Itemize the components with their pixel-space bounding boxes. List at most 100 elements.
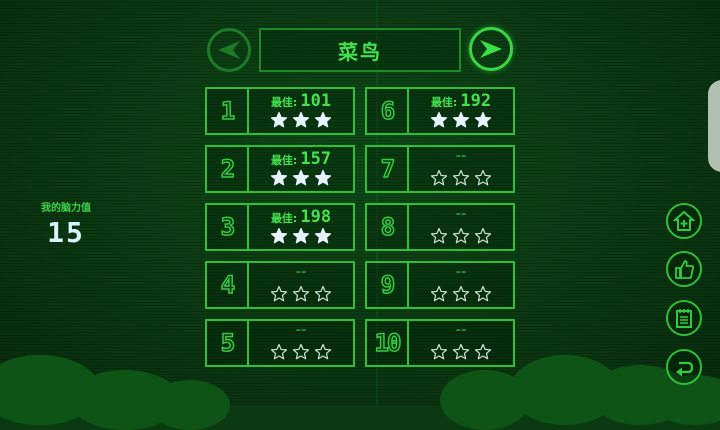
star-filled-icon — [430, 111, 448, 128]
level-score: -- — [409, 265, 513, 285]
star-empty-icon — [430, 285, 448, 302]
level-score: 最佳: 101 — [249, 91, 353, 111]
best-label: 最佳: — [430, 96, 458, 109]
level-stars — [249, 227, 353, 247]
star-empty-icon — [292, 343, 310, 360]
level-number: 10 — [367, 321, 409, 365]
no-score: -- — [455, 323, 467, 338]
page-title: 菜鸟 — [259, 28, 461, 72]
level-stars — [409, 111, 513, 131]
level-stars — [249, 343, 353, 363]
level-score: -- — [249, 323, 353, 343]
star-filled-icon — [292, 227, 310, 244]
level-number: 6 — [367, 89, 409, 133]
star-empty-icon — [452, 169, 470, 186]
no-score: -- — [455, 207, 467, 222]
level-number: 2 — [207, 147, 249, 191]
no-score: -- — [295, 265, 307, 280]
level-stars — [409, 227, 513, 247]
star-filled-icon — [474, 111, 492, 128]
star-filled-icon — [270, 169, 288, 186]
star-empty-icon — [292, 285, 310, 302]
no-score: -- — [295, 323, 307, 338]
next-page-button[interactable] — [469, 27, 513, 71]
arrow-right-icon — [480, 40, 502, 58]
bottom-foliage — [0, 325, 720, 430]
star-empty-icon — [430, 227, 448, 244]
star-empty-icon — [430, 169, 448, 186]
level-score: -- — [249, 265, 353, 285]
notes-button[interactable] — [666, 300, 702, 336]
level-stars — [249, 285, 353, 305]
star-empty-icon — [314, 343, 332, 360]
level-card-4[interactable]: 4 -- — [205, 261, 355, 309]
level-number: 5 — [207, 321, 249, 365]
level-score: 最佳: 192 — [409, 91, 513, 111]
level-card-2[interactable]: 2 最佳: 157 — [205, 145, 355, 193]
level-stars — [409, 343, 513, 363]
best-score: 101 — [300, 91, 332, 111]
star-filled-icon — [452, 111, 470, 128]
level-card-1[interactable]: 1 最佳: 101 — [205, 87, 355, 135]
best-score: 198 — [300, 207, 332, 227]
star-empty-icon — [314, 285, 332, 302]
level-score: 最佳: 198 — [249, 207, 353, 227]
level-card-6[interactable]: 6 最佳: 192 — [365, 87, 515, 135]
star-empty-icon — [452, 227, 470, 244]
return-icon — [676, 361, 694, 377]
best-score: 157 — [300, 149, 332, 169]
star-empty-icon — [474, 285, 492, 302]
best-label: 最佳: — [270, 212, 298, 225]
power-value: 15 — [47, 216, 85, 249]
level-score: -- — [409, 207, 513, 227]
no-score: -- — [455, 265, 467, 280]
level-score: 最佳: 157 — [249, 149, 353, 169]
star-filled-icon — [314, 169, 332, 186]
level-card-9[interactable]: 9 -- — [365, 261, 515, 309]
back-button[interactable] — [666, 349, 702, 385]
level-card-3[interactable]: 3 最佳: 198 — [205, 203, 355, 251]
like-button[interactable] — [666, 251, 702, 287]
notepad-icon — [676, 309, 692, 328]
star-filled-icon — [314, 111, 332, 128]
star-empty-icon — [452, 285, 470, 302]
level-stars — [249, 111, 353, 131]
prev-page-button[interactable] — [207, 28, 251, 72]
star-filled-icon — [270, 227, 288, 244]
thumbs-up-icon — [675, 260, 695, 279]
level-card-7[interactable]: 7 -- — [365, 145, 515, 193]
no-score: -- — [455, 149, 467, 164]
star-filled-icon — [292, 111, 310, 128]
level-card-10[interactable]: 10 -- — [365, 319, 515, 367]
level-stars — [409, 285, 513, 305]
star-empty-icon — [474, 169, 492, 186]
add-to-home-button[interactable] — [666, 203, 702, 239]
level-number: 8 — [367, 205, 409, 249]
level-number: 1 — [207, 89, 249, 133]
level-number: 7 — [367, 147, 409, 191]
level-card-5[interactable]: 5 -- — [205, 319, 355, 367]
side-drawer-tab[interactable] — [708, 80, 720, 172]
level-score: -- — [409, 149, 513, 169]
level-number: 3 — [207, 205, 249, 249]
arrow-left-icon — [218, 41, 240, 59]
level-card-8[interactable]: 8 -- — [365, 203, 515, 251]
level-stars — [409, 169, 513, 189]
star-empty-icon — [270, 285, 288, 302]
best-label: 最佳: — [270, 154, 298, 167]
star-filled-icon — [314, 227, 332, 244]
add-to-home-icon — [673, 210, 695, 231]
power-label: 我的脑力值 — [41, 203, 91, 214]
star-filled-icon — [270, 111, 288, 128]
level-stars — [249, 169, 353, 189]
level-number: 9 — [367, 263, 409, 307]
star-filled-icon — [292, 169, 310, 186]
level-score: -- — [409, 323, 513, 343]
level-number: 4 — [207, 263, 249, 307]
star-empty-icon — [474, 343, 492, 360]
star-empty-icon — [270, 343, 288, 360]
best-label: 最佳: — [270, 96, 298, 109]
star-empty-icon — [430, 343, 448, 360]
star-empty-icon — [452, 343, 470, 360]
best-score: 192 — [460, 91, 492, 111]
